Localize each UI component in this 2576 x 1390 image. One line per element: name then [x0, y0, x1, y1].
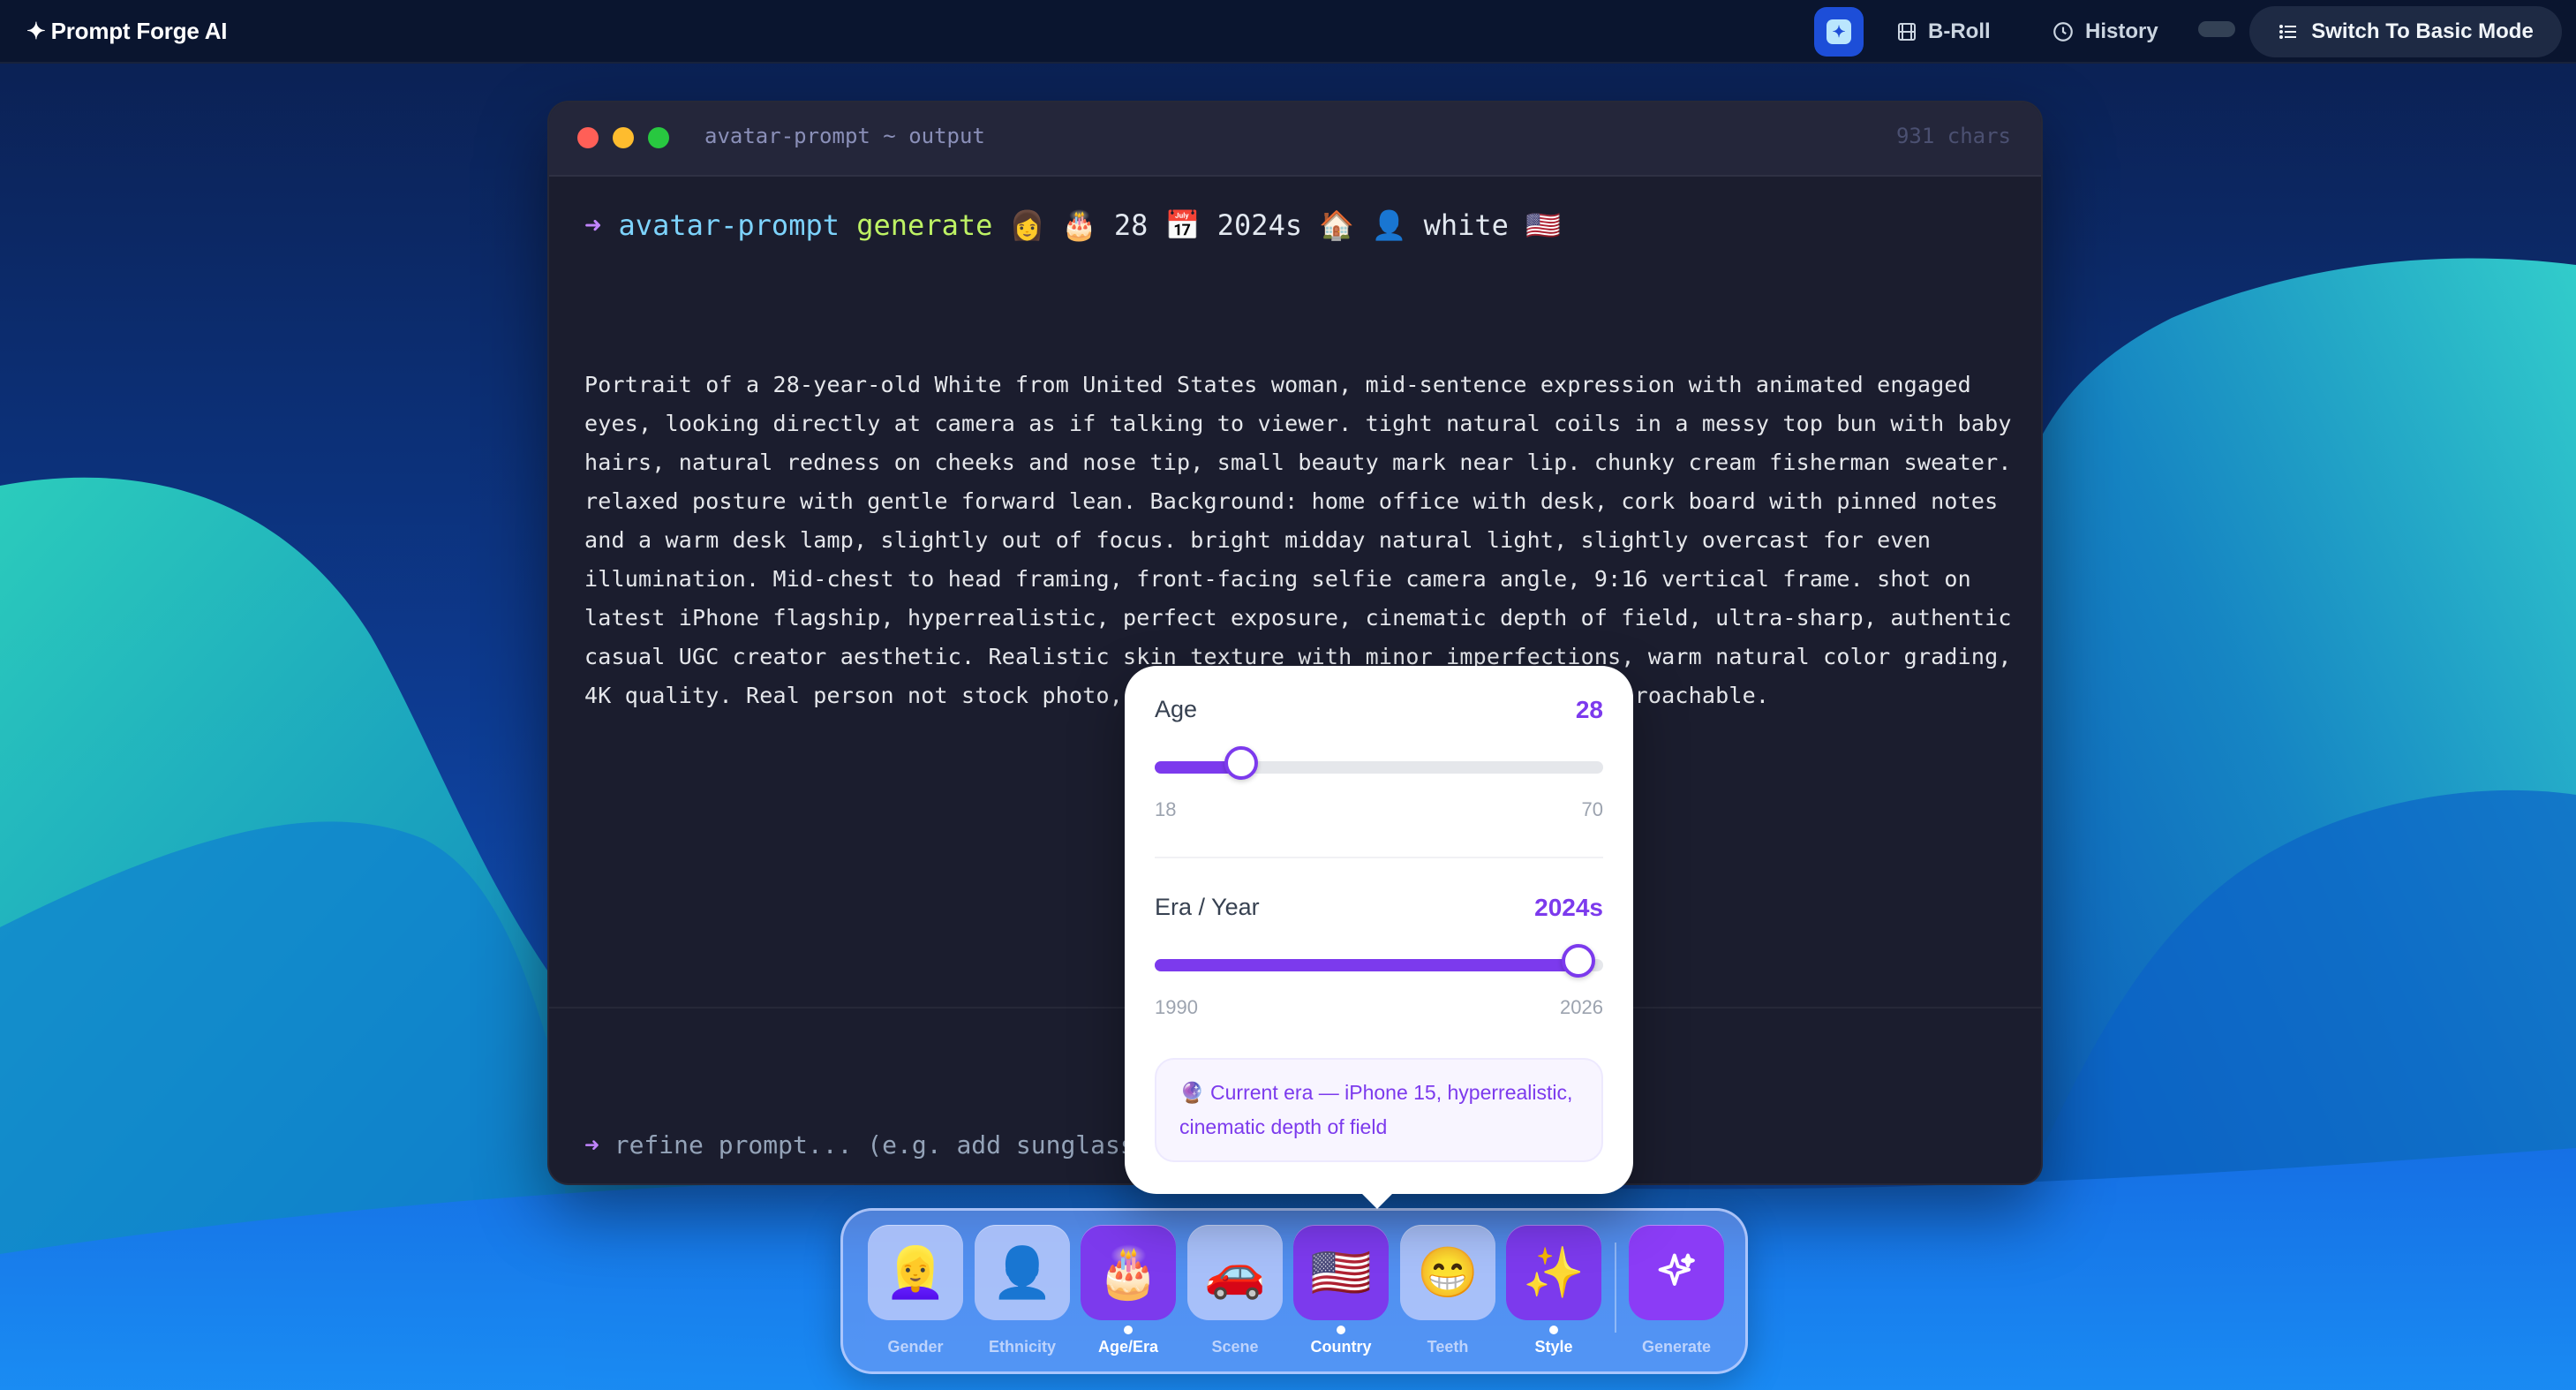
era-min-label: 1990 [1155, 996, 1198, 1018]
command-program: avatar-prompt [618, 208, 840, 242]
dock-label-age-era: Age/Era [1097, 1338, 1159, 1356]
era-description-note: 🔮 Current era — iPhone 15, hyperrealisti… [1155, 1058, 1603, 1162]
dock-item-scene[interactable]: 🚗 Scene [1186, 1225, 1284, 1366]
era-description-text: Current era — iPhone 15, hyperrealistic,… [1179, 1081, 1573, 1138]
app-title: Prompt Forge AI [50, 17, 228, 44]
dock-item-generate[interactable]: Generate [1627, 1225, 1726, 1366]
era-max-label: 2026 [1560, 996, 1603, 1018]
era-value: 2024s [1534, 894, 1603, 921]
age-era-icon: 🎂 [1081, 1225, 1176, 1320]
app-logo[interactable]: ✦ Prompt Forge AI [26, 12, 228, 49]
active-indicator [1337, 1326, 1345, 1334]
era-slider[interactable] [1155, 944, 1603, 978]
clock-icon [2053, 22, 2073, 42]
divider [1155, 857, 1603, 858]
refine-prompt-hint: ➜ refine prompt... (e.g. add sunglass [584, 1130, 1135, 1160]
dock-label-teeth: Teeth [1427, 1338, 1469, 1356]
command-line: ➜ avatar-prompt generate 👩 🎂 28 📅 2024s … [584, 208, 1561, 242]
close-window-button[interactable] [577, 127, 599, 148]
dock-item-teeth[interactable]: 😁 Teeth [1398, 1225, 1497, 1366]
command-params: 👩 🎂 28 📅 2024s 🏠 👤 white 🇺🇸 [1009, 208, 1562, 242]
prompt-arrow-icon: ➜ [584, 1130, 599, 1160]
refine-placeholder: refine prompt... (e.g. add sunglass [614, 1130, 1135, 1160]
age-label: Age [1155, 696, 1198, 722]
dock-label-country: Country [1310, 1338, 1372, 1356]
nav-history-link[interactable]: History [2052, 9, 2158, 55]
dock-label-ethnicity: Ethnicity [988, 1338, 1056, 1356]
prompt-arrow-icon: ➜ [584, 208, 602, 242]
crystal-ball-icon: 🔮 [1179, 1081, 1205, 1104]
dock-item-country[interactable]: 🇺🇸 Country [1292, 1225, 1390, 1366]
country-icon: 🇺🇸 [1293, 1225, 1389, 1320]
sparkle-icon: ✦ [26, 17, 46, 44]
teeth-icon: 😁 [1400, 1225, 1495, 1320]
age-max-label: 70 [1581, 798, 1603, 820]
dock-item-gender[interactable]: 👱‍♀️ Gender [866, 1225, 965, 1366]
nav-broll-label: B-Roll [1928, 19, 1991, 43]
dock-label-generate: Generate [1641, 1338, 1712, 1356]
gender-icon: 👱‍♀️ [868, 1225, 963, 1320]
terminal-title: avatar-prompt ~ output [704, 124, 985, 148]
dock-label-gender: Gender [887, 1338, 944, 1356]
era-label: Era / Year [1155, 894, 1260, 920]
active-indicator [1549, 1326, 1558, 1334]
age-value: 28 [1575, 696, 1603, 723]
nav-broll-link[interactable]: B-Roll [1896, 9, 1991, 55]
dock-item-age-era[interactable]: 🎂 Age/Era [1079, 1225, 1178, 1366]
nav-history-label: History [2085, 19, 2158, 43]
bottom-dock: 👱‍♀️ Gender 👤 Ethnicity 🎂 Age/Era 🚗 Scene 🇺🇸 Coun… [840, 1208, 1748, 1374]
sparkle-icon: ✦ [1827, 19, 1851, 44]
dock-divider [1615, 1243, 1616, 1333]
character-count: 931 chars [1895, 124, 2011, 148]
age-era-popover: Age 28 18 70 Era / Year 2024s 1990 2026 … [1125, 666, 1633, 1194]
top-nav-bar: ✦ Prompt Forge AI ✦ B-Roll History Switc… [0, 0, 2576, 64]
minimize-window-button[interactable] [613, 127, 634, 148]
era-slider-thumb[interactable] [1561, 944, 1595, 978]
age-min-label: 18 [1155, 798, 1177, 820]
era-slider-fill [1155, 959, 1578, 971]
generate-icon [1629, 1225, 1724, 1320]
list-icon [2279, 25, 2297, 39]
command-verb: generate [856, 208, 993, 242]
mode-toggle[interactable] [2198, 21, 2235, 37]
terminal-title-bar: avatar-prompt ~ output 931 chars [549, 102, 2041, 177]
magic-mode-button[interactable]: ✦ [1814, 7, 1864, 57]
style-icon: ✨ [1506, 1225, 1601, 1320]
switch-basic-mode-label: Switch To Basic Mode [2311, 19, 2534, 43]
dock-item-style[interactable]: ✨ Style [1504, 1225, 1603, 1366]
dock-label-scene: Scene [1211, 1338, 1259, 1356]
age-slider[interactable] [1155, 746, 1603, 780]
active-indicator [1124, 1326, 1133, 1334]
dock-label-style: Style [1534, 1338, 1573, 1356]
film-icon [1898, 23, 1916, 41]
dock-item-ethnicity[interactable]: 👤 Ethnicity [973, 1225, 1072, 1366]
ethnicity-icon: 👤 [975, 1225, 1070, 1320]
maximize-window-button[interactable] [648, 127, 669, 148]
switch-basic-mode-button[interactable]: Switch To Basic Mode [2249, 6, 2562, 57]
scene-icon: 🚗 [1187, 1225, 1283, 1320]
age-slider-thumb[interactable] [1224, 746, 1258, 780]
generated-prompt-text[interactable]: Portrait of a 28-year-old White from Uni… [584, 366, 2015, 715]
